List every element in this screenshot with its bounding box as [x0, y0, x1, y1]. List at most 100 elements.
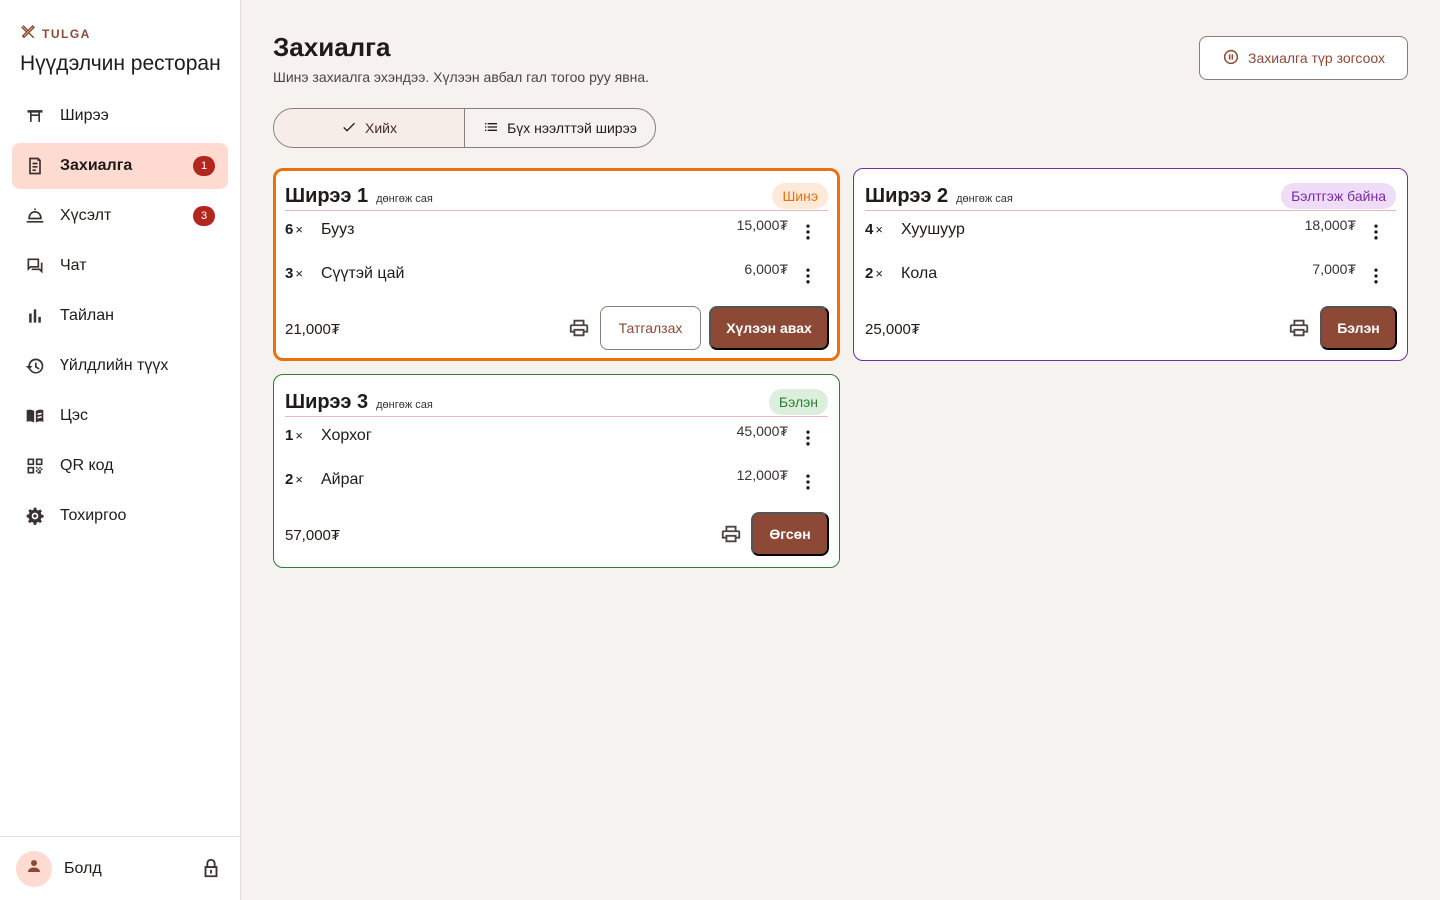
pause-orders-label: Захиалга түр зогсоох: [1248, 50, 1385, 66]
sidebar-item-orders[interactable]: Захиалга 1: [12, 143, 228, 189]
sidebar-item-settings[interactable]: Тохиргоо: [12, 493, 228, 539]
item-price: 7,000₮: [1312, 261, 1356, 277]
sidebar-item-menu[interactable]: Цэс: [12, 393, 228, 439]
order-item: 2 × Кола 7,000₮: [865, 257, 1396, 297]
sidebar: TULGA Нүүдэлчин ресторан Ширээ Захиалга …: [0, 0, 241, 900]
sidebar-item-reports[interactable]: Тайлан: [12, 293, 228, 339]
lock-icon[interactable]: [200, 857, 222, 879]
status-badge: Бэлтгэж байна: [1281, 183, 1396, 209]
item-name: Бууз: [321, 221, 355, 238]
accept-order-button[interactable]: Хүлээн авах: [709, 306, 829, 350]
requests-count-badge: 3: [193, 206, 215, 226]
item-name: Сүүтэй цай: [321, 265, 405, 282]
check-icon: [341, 119, 357, 138]
order-time: дөнгөж сая: [376, 398, 433, 411]
item-name: Хорхог: [321, 427, 372, 444]
history-icon: [24, 355, 46, 377]
reject-order-button[interactable]: Татгалзах: [600, 306, 701, 350]
sidebar-item-requests[interactable]: Хүсэлт 3: [12, 193, 228, 239]
sidebar-item-label: Тохиргоо: [60, 507, 127, 524]
chat-icon: [24, 255, 46, 277]
order-item: 2 × Айраг 12,000₮: [285, 463, 828, 503]
status-badge: Бэлэн: [768, 389, 828, 415]
table-icon: [24, 105, 46, 127]
more-vert-icon[interactable]: [1366, 265, 1386, 287]
utensils-icon: [20, 24, 36, 43]
item-name: Хуушуур: [901, 221, 965, 238]
filter-label: Хийх: [365, 120, 397, 136]
sidebar-item-history[interactable]: Үйлдлийн түүх: [12, 343, 228, 389]
order-time: дөнгөж сая: [956, 192, 1013, 205]
order-filter-toggle: Хийх Бүх нээлттэй ширээ: [273, 108, 656, 148]
order-total: 57,000₮: [285, 527, 341, 544]
item-price: 6,000₮: [744, 261, 788, 277]
more-vert-icon[interactable]: [798, 221, 818, 243]
mark-served-button[interactable]: Өгсөн: [751, 512, 829, 556]
item-quantity: 1 ×: [285, 427, 303, 444]
qr-code-icon: [24, 455, 46, 477]
sidebar-item-label: Тайлан: [60, 307, 114, 324]
sidebar-item-qr[interactable]: QR код: [12, 443, 228, 489]
bell-service-icon: [24, 205, 46, 227]
print-icon[interactable]: [568, 317, 592, 341]
sidebar-item-label: Чат: [60, 257, 87, 274]
user-panel: Болд: [0, 836, 240, 900]
sidebar-item-tables[interactable]: Ширээ: [12, 93, 228, 139]
sidebar-item-label: Цэс: [60, 407, 88, 424]
page-title: Захиалга: [273, 32, 391, 62]
order-item: 3 × Сүүтэй цай 6,000₮: [285, 257, 828, 297]
pause-orders-button[interactable]: Захиалга түр зогсоох: [1199, 36, 1408, 80]
sidebar-item-label: Ширээ: [60, 107, 109, 124]
order-card-header: Ширээ 1 дөнгөж сая Шинэ: [285, 183, 828, 211]
pause-circle-icon: [1222, 48, 1240, 69]
item-price: 18,000₮: [1304, 217, 1356, 233]
avatar[interactable]: [16, 850, 52, 887]
more-vert-icon[interactable]: [798, 427, 818, 449]
brand-name: TULGA: [42, 26, 91, 41]
sidebar-item-chat[interactable]: Чат: [12, 243, 228, 289]
order-item: 4 × Хуушуур 18,000₮: [865, 213, 1396, 253]
orders-count-badge: 1: [193, 156, 215, 176]
list-icon: [483, 119, 499, 138]
table-name: Ширээ 2: [865, 185, 949, 207]
order-total: 21,000₮: [285, 321, 341, 338]
mark-ready-button[interactable]: Бэлэн: [1320, 306, 1397, 350]
table-name: Ширээ 3: [285, 391, 369, 413]
filter-all-open-tables[interactable]: Бүх нээлттэй ширээ: [465, 109, 655, 147]
item-price: 12,000₮: [736, 467, 788, 483]
item-price: 45,000₮: [736, 423, 788, 439]
order-card-header: Ширээ 2 дөнгөж сая Бэлтгэж байна: [865, 183, 1396, 211]
item-name: Айраг: [321, 471, 365, 488]
sidebar-item-label: QR код: [60, 457, 114, 474]
sidebar-item-label: Үйлдлийн түүх: [60, 357, 169, 374]
order-total: 25,000₮: [865, 321, 921, 338]
more-vert-icon[interactable]: [1366, 221, 1386, 243]
page-subtitle: Шинэ захиалга эхэндээ. Хүлээн авбал гал …: [273, 69, 650, 85]
order-card-table-3: Ширээ 3 дөнгөж сая Бэлэн 1 × Хорхог 45,00…: [273, 374, 840, 568]
order-card-table-2: Ширээ 2 дөнгөж сая Бэлтгэж байна 4 × Хууш…: [853, 168, 1408, 361]
item-name: Кола: [901, 265, 938, 282]
print-icon[interactable]: [1288, 317, 1312, 341]
person-icon: [25, 857, 43, 880]
main-content: Захиалга Шинэ захиалга эхэндээ. Хүлээн а…: [273, 0, 1408, 900]
table-name: Ширээ 1: [285, 185, 369, 207]
more-vert-icon[interactable]: [798, 265, 818, 287]
item-quantity: 4 ×: [865, 221, 883, 238]
order-card-table-1: Ширээ 1 дөнгөж сая Шинэ 6 × Бууз 15,000₮ …: [273, 168, 840, 361]
item-quantity: 6 ×: [285, 221, 303, 238]
filter-todo[interactable]: Хийх: [274, 109, 465, 147]
more-vert-icon[interactable]: [798, 471, 818, 493]
sidebar-item-label: Захиалга: [60, 157, 133, 174]
sidebar-item-label: Хүсэлт: [60, 207, 112, 224]
bar-chart-icon: [24, 305, 46, 327]
status-badge: Шинэ: [772, 183, 828, 209]
order-card-header: Ширээ 3 дөнгөж сая Бэлэн: [285, 389, 828, 417]
item-quantity: 2 ×: [865, 265, 883, 282]
item-quantity: 2 ×: [285, 471, 303, 488]
order-item: 6 × Бууз 15,000₮: [285, 213, 828, 253]
print-icon[interactable]: [720, 523, 744, 547]
receipt-icon: [24, 155, 46, 177]
gear-icon: [24, 505, 46, 527]
item-price: 15,000₮: [736, 217, 788, 233]
app-title: Нүүдэлчин ресторан: [20, 52, 221, 75]
